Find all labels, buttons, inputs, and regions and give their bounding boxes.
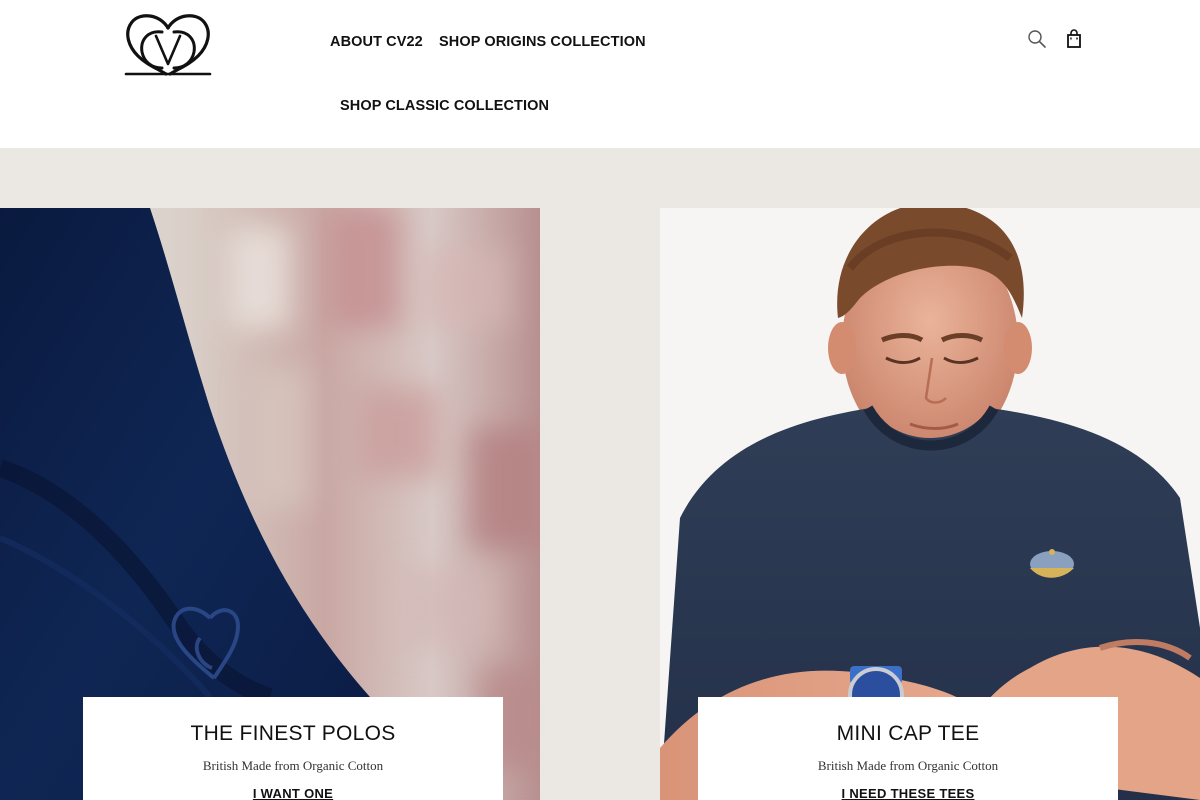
promo-tile-mini-cap-tee[interactable]: MINI CAP TEE British Made from Organic C… (660, 208, 1200, 800)
brand-logo[interactable] (122, 10, 214, 78)
site-header: ABOUT CV22 SHOP ORIGINS COLLECTION SHOP … (0, 0, 1200, 148)
tile-title: MINI CAP TEE (836, 722, 980, 745)
search-icon[interactable] (1026, 28, 1048, 50)
caption-card: MINI CAP TEE British Made from Organic C… (698, 697, 1118, 800)
tile-subtitle: British Made from Organic Cotton (202, 758, 384, 773)
i-need-these-tees-link[interactable]: I NEED THESE TEES (698, 786, 1118, 800)
nav-shop-origins[interactable]: SHOP ORIGINS COLLECTION (439, 34, 646, 50)
cv22-logo-icon (124, 14, 212, 76)
tile-title: THE FINEST POLOS (190, 722, 396, 745)
shopping-bag-icon[interactable] (1063, 28, 1085, 50)
i-want-one-link[interactable]: I WANT ONE (83, 786, 503, 800)
nav-shop-classic[interactable]: SHOP CLASSIC COLLECTION (340, 98, 549, 114)
tile-subtitle: British Made from Organic Cotton (817, 758, 999, 773)
nav-about[interactable]: ABOUT CV22 (330, 34, 423, 50)
promo-tile-polos[interactable]: THE FINEST POLOS British Made from Organ… (0, 208, 540, 800)
caption-card: THE FINEST POLOS British Made from Organ… (83, 697, 503, 800)
